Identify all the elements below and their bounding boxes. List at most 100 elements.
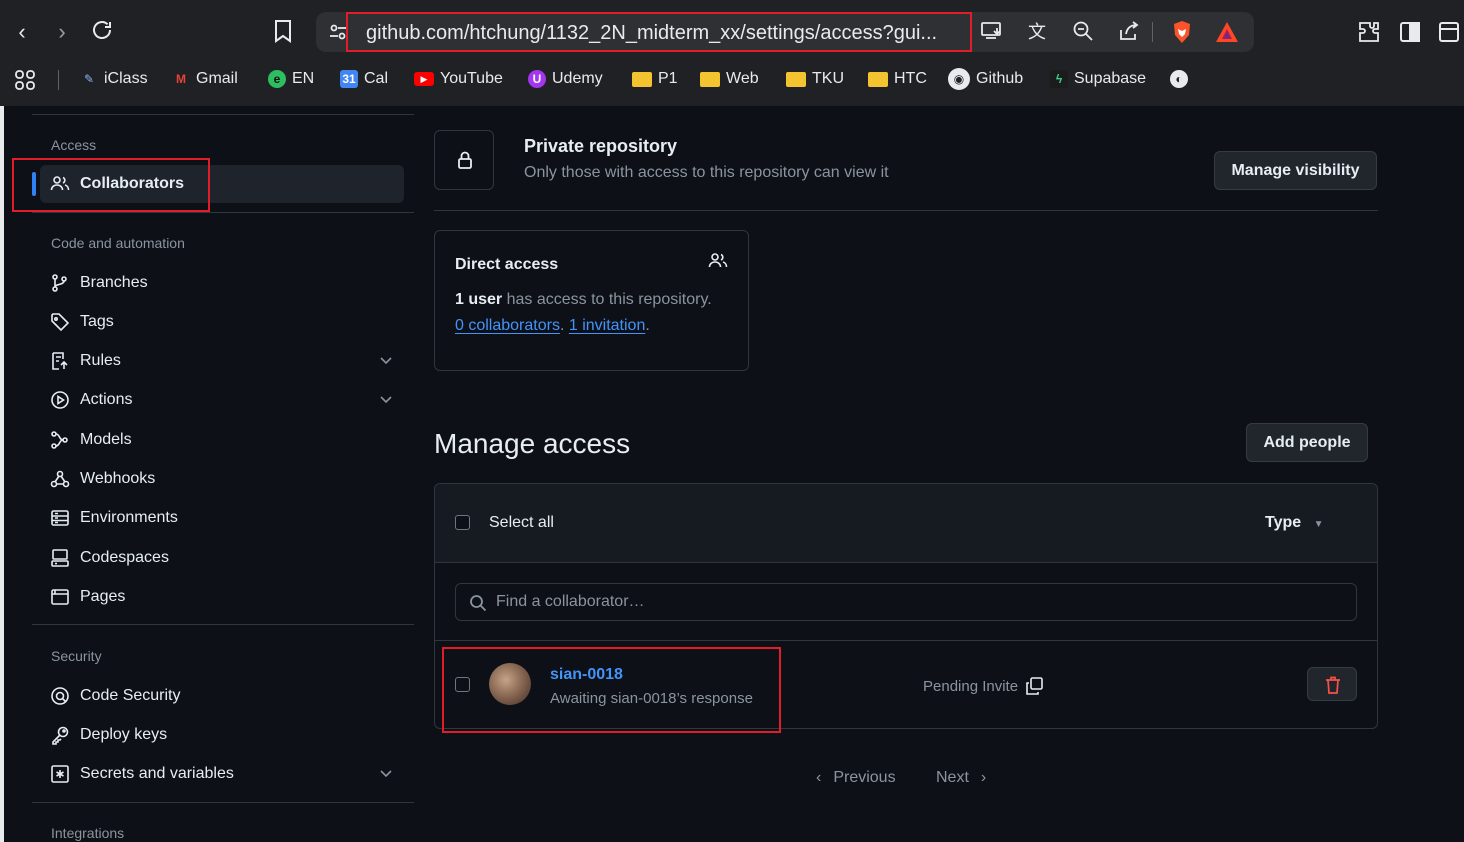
apps-grid-icon[interactable] [14, 70, 38, 90]
bookmark-gmail[interactable]: M Gmail [172, 66, 238, 92]
bookmarks-separator [58, 70, 59, 90]
sidebar-divider [32, 212, 414, 213]
sidebar-item-tags[interactable]: Tags [40, 303, 404, 341]
section-title-access: Access [51, 137, 97, 153]
next-label: Next [936, 769, 969, 786]
brave-shields-icon[interactable] [1170, 20, 1194, 44]
codespaces-icon [51, 549, 69, 567]
bookmark-cal[interactable]: 31 Cal [340, 66, 388, 92]
invitation-link[interactable]: 1 invitation [569, 317, 646, 334]
folder-icon [868, 71, 888, 87]
sidebar-item-rules[interactable]: Rules [40, 342, 404, 380]
sidebar-item-label: Models [80, 431, 132, 448]
url-text[interactable]: github.com/htchung/1132_2N_midterm_xx/se… [366, 22, 937, 45]
translate-icon[interactable]: 文 [1024, 20, 1050, 44]
supabase-icon: ϟ [1050, 70, 1068, 88]
link-end: . [645, 317, 650, 334]
tag-icon [51, 313, 70, 332]
type-filter-dropdown[interactable]: Type ▼ [1265, 514, 1324, 532]
type-filter-label: Type [1265, 514, 1302, 531]
bookmark-github[interactable]: ◉ Github [948, 66, 1023, 92]
lock-icon-box [434, 130, 494, 190]
direct-access-links: 0 collaborators. 1 invitation. [455, 317, 650, 335]
section-title-code-automation: Code and automation [51, 235, 185, 251]
previous-label: Previous [833, 769, 896, 786]
collaborators-link[interactable]: 0 collaborators [455, 317, 560, 334]
previous-page-link[interactable]: ‹ Previous [816, 769, 896, 787]
visibility-description: Only those with access to this repositor… [524, 164, 889, 181]
chevron-down-icon[interactable] [378, 765, 394, 781]
brave-rewards-icon[interactable] [1214, 20, 1240, 44]
folder-icon [632, 71, 652, 87]
site-settings-icon[interactable] [328, 22, 348, 42]
address-bar[interactable]: github.com/htchung/1132_2N_midterm_xx/se… [316, 12, 1254, 52]
forward-icon[interactable]: › [48, 18, 76, 46]
bookmark-page-icon[interactable] [272, 18, 298, 46]
visibility-title: Private repository [524, 136, 678, 156]
asterisk-box-icon [51, 765, 69, 783]
sidebar-item-deploy-keys[interactable]: Deploy keys [40, 716, 404, 754]
people-icon [708, 253, 728, 268]
bookmark-iclass[interactable]: ✎ iClass [80, 66, 148, 92]
bookmark-p1[interactable]: P1 [632, 66, 678, 92]
sidebar-item-label: Environments [80, 509, 178, 526]
sidebar-item-label: Tags [80, 313, 114, 330]
sidebar-item-label: Webhooks [80, 470, 156, 487]
next-page-link[interactable]: Next › [936, 769, 986, 787]
sidebar-item-secrets-variables[interactable]: Secrets and variables [40, 755, 404, 793]
search-icon [470, 595, 487, 612]
remove-collaborator-button[interactable] [1307, 667, 1357, 701]
sidebar-item-models[interactable]: Models [40, 421, 404, 459]
bookmark-youtube[interactable]: ▶ YouTube [414, 66, 503, 92]
udemy-icon: U [528, 70, 546, 88]
chevron-down-icon[interactable] [378, 352, 394, 368]
server-icon [51, 510, 69, 526]
add-people-button[interactable]: Add people [1246, 423, 1368, 462]
lock-icon [458, 151, 472, 169]
sidebar-item-environments[interactable]: Environments [40, 499, 404, 537]
bookmark-web[interactable]: Web [700, 66, 759, 92]
share-icon[interactable] [1116, 20, 1142, 44]
chevron-down-icon[interactable] [378, 391, 394, 407]
search-row [435, 563, 1377, 641]
extensions-icon[interactable] [1356, 20, 1382, 46]
evernote-icon: e [268, 70, 286, 88]
bookmark-label: Github [976, 70, 1024, 87]
browser-window-icon [51, 589, 69, 605]
section-title-security: Security [51, 648, 102, 664]
zoom-icon[interactable] [1070, 20, 1096, 44]
find-collaborator-input[interactable] [455, 583, 1357, 621]
bookmark-tku[interactable]: TKU [786, 66, 844, 92]
bookmark-en[interactable]: e EN [268, 66, 314, 92]
sidebar-item-branches[interactable]: Branches [40, 264, 404, 302]
bookmark-htc[interactable]: HTC [868, 66, 927, 92]
select-all-checkbox[interactable] [455, 515, 470, 530]
bookmark-globe[interactable]: ◐ [1170, 66, 1188, 92]
sidebar-item-label: Rules [80, 352, 121, 369]
sidebar-item-label: Branches [80, 274, 148, 291]
sidebar-divider [32, 624, 414, 625]
bookmark-supabase[interactable]: ϟ Supabase [1050, 66, 1146, 92]
sidebar-item-codespaces[interactable]: Codespaces [40, 539, 404, 577]
bookmark-udemy[interactable]: U Udemy [528, 66, 603, 92]
pending-invite-label: Pending Invite [923, 677, 1019, 695]
cast-icon[interactable] [978, 20, 1004, 44]
bookmark-label: Cal [364, 70, 389, 87]
sidebar-item-label: Code Security [80, 687, 181, 704]
select-all-label: Select all [489, 514, 554, 531]
sidebar-toggle-icon[interactable] [1397, 20, 1423, 46]
copy-icon[interactable] [1024, 676, 1044, 696]
reload-icon[interactable] [88, 18, 116, 46]
url-highlight-box: github.com/htchung/1132_2N_midterm_xx/se… [346, 12, 972, 52]
bookmark-label: Udemy [552, 70, 603, 87]
back-icon[interactable]: ‹ [8, 18, 36, 46]
sidebar-item-webhooks[interactable]: Webhooks [40, 460, 404, 498]
sidebar-item-pages[interactable]: Pages [40, 578, 404, 616]
models-icon [51, 431, 68, 449]
sidebar-item-actions[interactable]: Actions [40, 381, 404, 419]
sidebar-item-code-security[interactable]: Code Security [40, 677, 404, 715]
manage-visibility-button[interactable]: Manage visibility [1214, 151, 1377, 190]
sidebar-divider [32, 802, 414, 803]
window-icon[interactable] [1436, 20, 1462, 46]
sidebar-item-label: Secrets and variables [80, 765, 234, 782]
